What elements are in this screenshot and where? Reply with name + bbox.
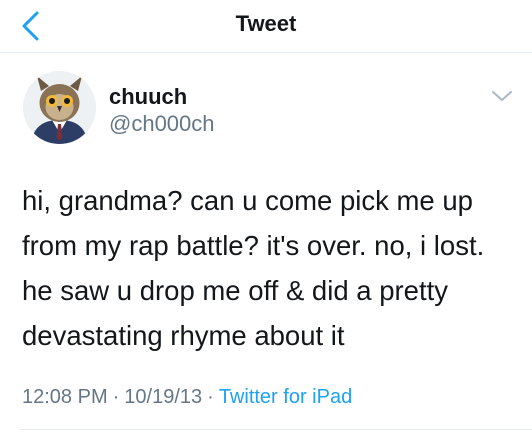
avatar[interactable] <box>23 71 96 144</box>
tweet-time: 12:08 PM <box>22 386 108 408</box>
divider <box>20 429 532 430</box>
tweet-metadata: 12:08 PM · 10/19/13 · Twitter for iPad <box>22 386 352 409</box>
separator: · <box>112 386 120 408</box>
user-handle[interactable]: @ch000ch <box>109 111 215 137</box>
page-title: Tweet <box>235 11 297 36</box>
separator: · <box>207 386 214 408</box>
chevron-down-icon <box>492 91 512 101</box>
tweet-source-link[interactable]: Twitter for iPad <box>219 386 352 408</box>
tweet-date: 10/19/13 <box>124 386 203 408</box>
tweet-text: hi, grandma? can u come pick me up from … <box>22 185 485 351</box>
owl-avatar-image <box>23 71 96 144</box>
nav-bar: Tweet <box>0 0 532 53</box>
display-name[interactable]: chuuch <box>109 84 187 110</box>
tweet-menu-button[interactable] <box>490 88 514 104</box>
